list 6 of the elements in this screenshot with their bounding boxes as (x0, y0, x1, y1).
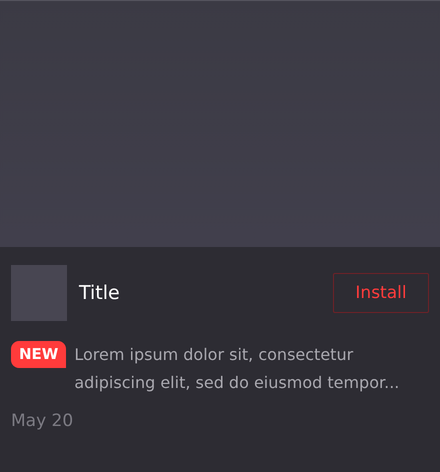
thumbnail-placeholder (11, 265, 67, 321)
date-text: May 20 (11, 411, 74, 431)
app-title: Title (79, 282, 121, 304)
new-badge: NEW (11, 341, 66, 368)
install-button[interactable]: Install (333, 273, 429, 313)
description-text: Lorem ipsum dolor sit, consectetur adipiscing elit, sed do eiusmod tempor... (74, 344, 400, 394)
